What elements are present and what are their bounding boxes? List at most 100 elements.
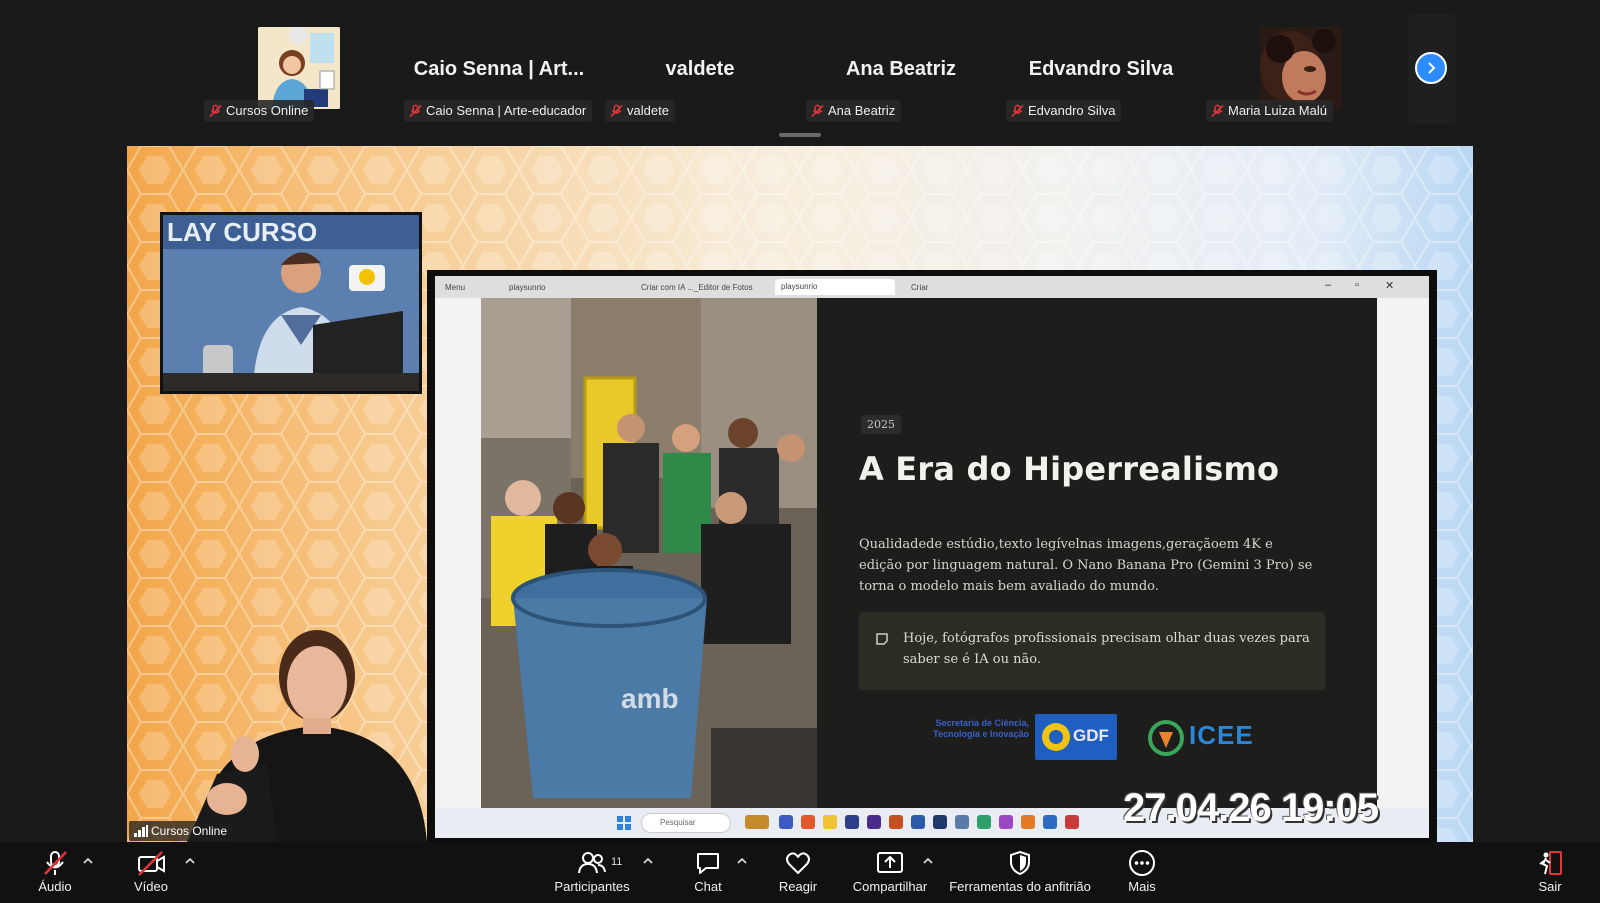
mic-off-icon [409, 104, 422, 118]
minimize-icon[interactable]: – [1325, 279, 1331, 291]
taskbar-app-icon[interactable] [933, 815, 947, 829]
video-label: Vídeo [134, 879, 168, 894]
participant-tile-maria-luiza[interactable]: Maria Luiza Malú [1202, 22, 1392, 127]
audio-options-caret-icon[interactable] [82, 856, 94, 866]
participants-button[interactable]: Participantes [552, 848, 632, 894]
taskbar-app-icon[interactable] [999, 815, 1013, 829]
icee-emblem-icon [1148, 720, 1184, 756]
participant-tile-caio-senna[interactable]: Caio Senna | Art... Caio Senna | Arte-ed… [404, 22, 594, 127]
participants-label: Participantes [554, 879, 630, 894]
participant-label: Caio Senna | Arte-educador [404, 100, 593, 122]
presentation-slide: amb 2025 A Era do Hiperrealismo Qualidad… [481, 298, 1377, 808]
taskbar-app-icon[interactable] [911, 815, 925, 829]
mic-off-icon [610, 104, 623, 118]
host-tools-button[interactable]: Ferramentas do anfitrião [948, 848, 1092, 894]
taskbar-app-icon[interactable] [889, 815, 903, 829]
more-dots-icon [1129, 850, 1155, 876]
participant-label-text: Edvandro Silva [1028, 103, 1116, 118]
video-off-icon [138, 851, 165, 876]
slide-title: A Era do Hiperrealismo [859, 450, 1280, 488]
share-screen-label: Compartilhar [852, 879, 928, 894]
close-icon[interactable]: ✕ [1385, 279, 1394, 292]
leave-label: Sair [1538, 879, 1562, 894]
audio-label: Áudio [38, 879, 72, 894]
react-button[interactable]: Reagir [770, 848, 826, 894]
taskbar-app-icon[interactable] [1021, 815, 1035, 829]
participant-name: Caio Senna | Art... [413, 58, 585, 80]
participant-name: Ana Beatriz [845, 58, 957, 80]
speaker-video: LAY CURSO [160, 212, 422, 394]
taskbar-app-icon[interactable] [1043, 815, 1057, 829]
chevron-right-icon [1428, 62, 1436, 74]
video-button[interactable]: Vídeo [124, 848, 178, 894]
taskbar-app-icon[interactable] [801, 815, 815, 829]
participant-label: Cursos Online [204, 100, 315, 122]
slide-callout: Hoje, fotógrafos profissionais precisam … [859, 612, 1325, 690]
maximize-icon[interactable]: ▫ [1355, 279, 1359, 291]
participant-label-text: Cursos Online [226, 103, 309, 118]
chat-options-caret-icon[interactable] [736, 856, 748, 866]
new-tab-button[interactable]: Criar [905, 280, 934, 296]
participant-name: valdete [665, 58, 735, 80]
next-participants-button[interactable] [1415, 52, 1447, 84]
share-screen-button[interactable]: Compartilhar [850, 848, 930, 894]
people-icon [578, 852, 606, 874]
participant-tile-edvandro-silva[interactable]: Edvandro Silva Edvandro Silva [1006, 22, 1196, 127]
browser-tab[interactable]: Menu [439, 280, 471, 296]
slide-photo: amb [481, 298, 817, 808]
participants-options-caret-icon[interactable] [642, 856, 654, 866]
speaker-banner-text: LAY CURSO [167, 217, 317, 247]
share-screen-icon [877, 852, 903, 873]
browser-window: Menu playsunrio Criar com IA ..._Editor … [435, 276, 1429, 838]
taskbar-search-placeholder: Pesquisar [660, 818, 696, 827]
icee-logo: ICEE [1147, 716, 1257, 760]
browser-tab[interactable]: playsunrio [503, 280, 551, 296]
slide-logos: Secretaria de Ciência, Tecnologia e Inov… [921, 714, 1321, 764]
participant-label-text: valdete [627, 103, 669, 118]
video-options-caret-icon[interactable] [184, 856, 196, 866]
chat-bubble-icon [697, 853, 719, 874]
meeting-toolbar: Áudio Vídeo Participantes 11 Chat Reagir… [0, 842, 1600, 903]
taskbar-app-icon[interactable] [977, 815, 991, 829]
taskbar-app-icon[interactable] [1065, 815, 1079, 829]
more-label: Mais [1128, 879, 1156, 894]
presenter-monitor: Menu playsunrio Criar com IA ..._Editor … [427, 270, 1437, 842]
participant-label: Maria Luiza Malú [1206, 100, 1333, 122]
secretaria-logo-text: Secretaria de Ciência, Tecnologia e Inov… [933, 718, 1029, 739]
participant-label-text: Maria Luiza Malú [1228, 103, 1327, 118]
mic-off-icon [1011, 104, 1024, 118]
windows-start-icon[interactable] [617, 816, 631, 830]
interpreter-video [127, 594, 427, 842]
more-button[interactable]: Mais [1112, 848, 1172, 894]
participant-label: Edvandro Silva [1006, 100, 1122, 122]
audio-button[interactable]: Áudio [28, 848, 82, 894]
shared-screen: LAY CURSO Menu playsunrio Criar com IA .… [127, 146, 1473, 842]
slide-year-badge: 2025 [861, 415, 901, 434]
participant-avatar [1260, 27, 1342, 109]
participant-avatar [258, 27, 340, 109]
share-options-caret-icon[interactable] [922, 856, 934, 866]
heart-icon [786, 852, 810, 874]
taskbar-app-icon[interactable] [779, 815, 793, 829]
note-icon [876, 633, 888, 645]
taskbar-search[interactable]: Pesquisar [641, 813, 731, 833]
participant-tile-valdete[interactable]: valdete valdete [605, 22, 795, 127]
participant-tile-ana-beatriz[interactable]: Ana Beatriz Ana Beatriz [806, 22, 996, 127]
chat-button[interactable]: Chat [680, 848, 736, 894]
taskbar-app-icon[interactable] [867, 815, 881, 829]
taskbar-app-icon[interactable] [823, 815, 837, 829]
taskbar-app-icon[interactable] [955, 815, 969, 829]
browser-tab-active[interactable]: playsunrio [775, 279, 895, 295]
sharer-name-label: Cursos Online [129, 821, 234, 841]
leave-meeting-button[interactable]: Sair [1530, 848, 1570, 894]
signal-bars-icon [134, 825, 148, 837]
strip-resize-handle[interactable] [779, 133, 821, 137]
participant-tile-cursos-online[interactable]: Cursos Online [200, 22, 390, 127]
mic-muted-icon [44, 851, 67, 875]
chat-label: Chat [694, 879, 722, 894]
participant-label-text: Caio Senna | Arte-educador [426, 103, 587, 118]
taskbar-app-icon[interactable] [845, 815, 859, 829]
taskbar-app-icon[interactable] [745, 815, 769, 829]
host-tools-label: Ferramentas do anfitrião [949, 879, 1091, 894]
browser-tab[interactable]: Criar com IA ..._Editor de Fotos [635, 280, 765, 296]
